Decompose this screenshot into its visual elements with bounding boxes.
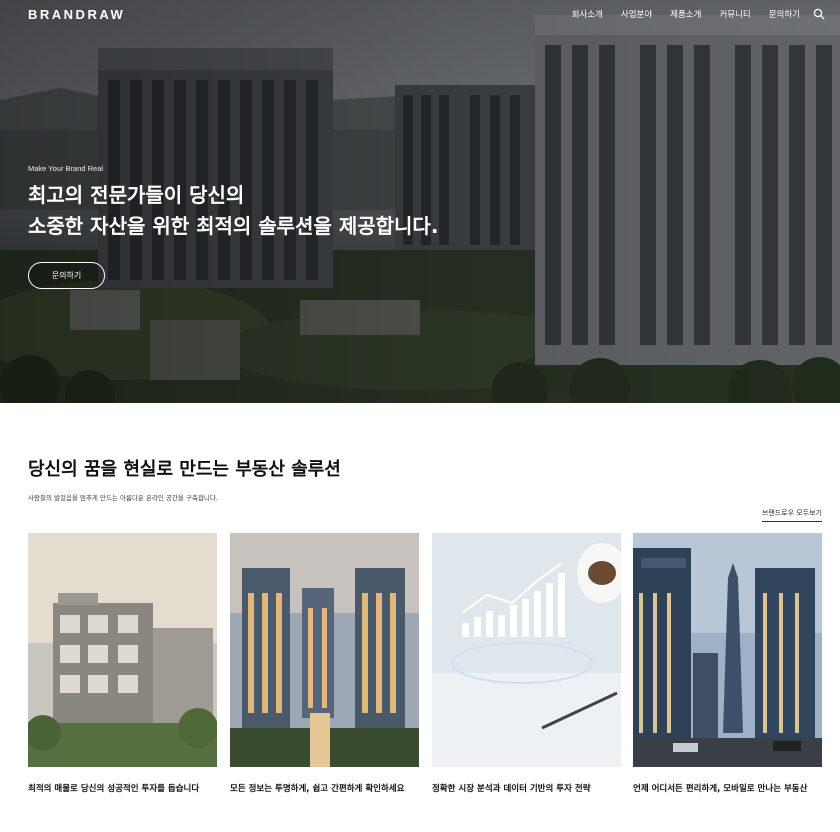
card-image [633, 533, 822, 767]
main-menu: 회사소개 사업분야 제품소개 커뮤니티 문의하기 [572, 8, 800, 20]
card-image [230, 533, 419, 767]
top-navigation: BRANDRAW 회사소개 사업분야 제품소개 커뮤니티 문의하기 [0, 0, 840, 28]
search-icon[interactable] [813, 8, 825, 20]
card-townhouse[interactable]: 최적의 매물로 당신의 성공적인 투자를 돕습니다 [28, 533, 217, 794]
menu-item-community[interactable]: 커뮤니티 [719, 8, 750, 20]
view-all-link[interactable]: 브랜드로우 모두보기 [761, 508, 822, 522]
section-title: 당신의 꿈을 현실로 만드는 부동산 솔루션 [28, 459, 341, 480]
menu-item-contact[interactable]: 문의하기 [769, 8, 800, 20]
card-list: 최적의 매물로 당신의 성공적인 투자를 돕습니다 모든 정보는 투명하게, 쉽… [28, 533, 822, 823]
card-market-analysis[interactable]: 정확한 시장 분석과 데이터 기반의 투자 전략 [432, 533, 621, 794]
hero-title: 최고의 전문가들이 당신의 소중한 자산을 위한 최적의 솔루션을 제공합니다. [28, 180, 438, 242]
brand-logo[interactable]: BRANDRAW [28, 7, 125, 22]
menu-item-company[interactable]: 회사소개 [572, 8, 603, 20]
menu-item-products[interactable]: 제품소개 [670, 8, 701, 20]
contact-button[interactable]: 문의하기 [28, 262, 105, 289]
card-image [28, 533, 217, 767]
card-title: 정확한 시장 분석과 데이터 기반의 투자 전략 [432, 784, 591, 794]
card-title: 언제 어디서든 편리하게, 모바일로 만나는 부동산 [633, 784, 808, 794]
hero-section: BRANDRAW 회사소개 사업분야 제품소개 커뮤니티 문의하기 Make Y… [0, 0, 840, 403]
card-image [432, 533, 621, 767]
hero-title-line-1: 최고의 전문가들이 당신의 [28, 183, 245, 207]
card-mobile[interactable]: 언제 어디서든 편리하게, 모바일로 만나는 부동산 [633, 533, 822, 794]
card-title: 모든 정보는 투명하게, 쉽고 간편하게 확인하세요 [230, 784, 405, 794]
section-description: 사람들의 발걸음을 멈추게 만드는 아름다운 온라인 공간을 구축합니다. [28, 494, 218, 502]
menu-item-business[interactable]: 사업분야 [621, 8, 652, 20]
card-title: 최적의 매물로 당신의 성공적인 투자를 돕습니다 [28, 784, 200, 794]
hero-title-line-2: 소중한 자산을 위한 최적의 솔루션을 제공합니다. [28, 214, 439, 238]
hero-tagline: Make Your Brand Real [28, 164, 104, 173]
card-apartments[interactable]: 모든 정보는 투명하게, 쉽고 간편하게 확인하세요 [230, 533, 419, 794]
